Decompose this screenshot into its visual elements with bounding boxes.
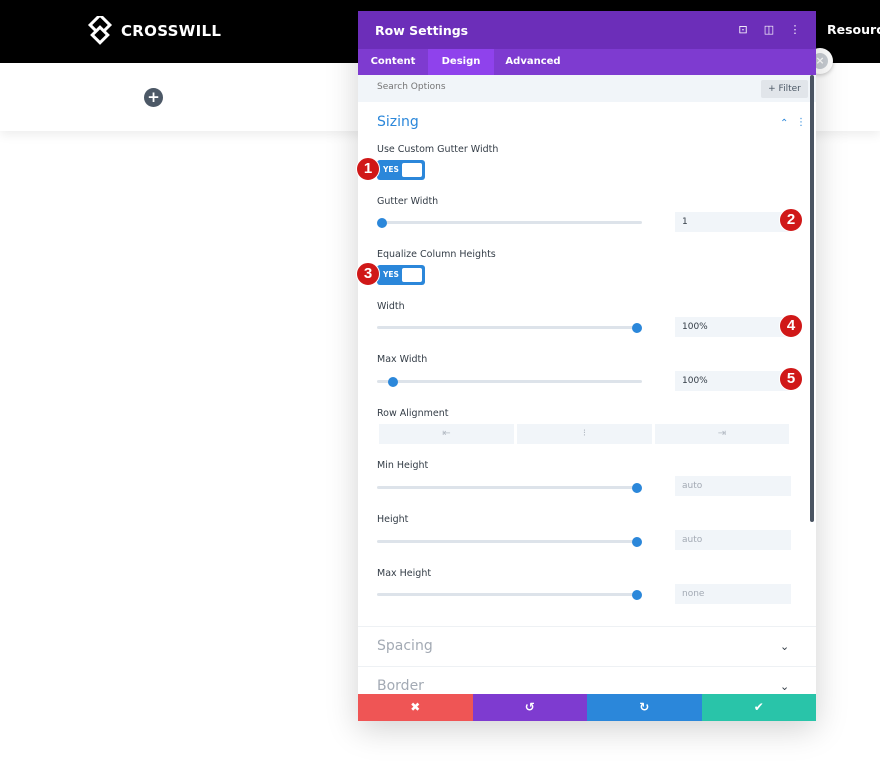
section-more-icon[interactable]: ⋮ [796, 117, 806, 128]
toggle-knob [402, 163, 422, 177]
custom-gutter-toggle[interactable]: YES [377, 160, 425, 180]
height-slider[interactable] [377, 536, 642, 547]
right-align-icon: ⇥ [717, 428, 727, 439]
height-input[interactable]: auto [675, 530, 791, 550]
toggle-knob [402, 268, 422, 282]
callout-badge: 2 [779, 208, 803, 232]
slider-thumb[interactable] [631, 589, 642, 600]
chevron-down-icon[interactable]: ⌄ [780, 640, 789, 653]
align-left-button[interactable]: ⇤ [379, 424, 514, 444]
add-section-button[interactable]: + [144, 88, 163, 107]
width-label: Width [377, 301, 405, 312]
slider-thumb[interactable] [631, 536, 642, 547]
chevron-down-icon[interactable]: ⌄ [780, 680, 789, 693]
min-height-slider[interactable] [377, 482, 642, 493]
min-height-input[interactable]: auto [675, 476, 791, 496]
max-height-slider[interactable] [377, 589, 642, 600]
slider-thumb[interactable] [377, 217, 388, 228]
modal-title: Row Settings [375, 23, 469, 38]
equalize-heights-toggle[interactable]: YES [377, 265, 425, 285]
redo-button[interactable]: ↻ [587, 694, 702, 721]
width-slider[interactable] [377, 322, 642, 333]
slider-thumb[interactable] [631, 322, 642, 333]
custom-gutter-label: Use Custom Gutter Width [377, 144, 499, 155]
tab-design[interactable]: Design [428, 49, 494, 75]
callout-badge: 5 [779, 367, 803, 391]
max-width-input[interactable]: 100% [675, 371, 791, 391]
section-divider [358, 626, 816, 627]
toggle-state: YES [383, 165, 399, 174]
search-options-input[interactable] [377, 82, 677, 92]
redo-icon: ↻ [639, 700, 650, 714]
crosswill-logo-icon [87, 16, 113, 45]
modal-footer: ✖ ↺ ↻ ✔ [358, 694, 816, 721]
tab-advanced[interactable]: Advanced [494, 49, 572, 75]
toggle-state: YES [383, 270, 399, 279]
height-label: Height [377, 514, 409, 525]
modal-scrollbar[interactable] [810, 75, 814, 522]
save-button[interactable]: ✔ [701, 694, 816, 721]
chevron-up-icon[interactable]: ⌃ [780, 118, 788, 129]
site-logo[interactable]: CROSSWILL [85, 16, 221, 46]
center-align-icon: ⁝ [582, 428, 587, 439]
left-align-icon: ⇤ [442, 428, 451, 439]
min-height-label: Min Height [377, 460, 429, 471]
max-height-input[interactable]: none [675, 584, 791, 604]
undo-button[interactable]: ↺ [472, 694, 587, 721]
tab-content[interactable]: Content [358, 49, 428, 75]
brand-name: CROSSWILL [121, 22, 222, 40]
equalize-heights-label: Equalize Column Heights [377, 249, 496, 260]
slider-thumb[interactable] [387, 376, 398, 387]
nav-resources-link[interactable]: Resources [827, 22, 880, 37]
slider-thumb[interactable] [631, 482, 642, 493]
section-title-spacing[interactable]: Spacing [377, 638, 433, 654]
max-width-slider[interactable] [377, 376, 642, 387]
gutter-width-input[interactable]: 1 [675, 212, 791, 232]
layout-icon[interactable]: ◫ [762, 23, 776, 37]
more-icon[interactable]: ⋮ [788, 23, 802, 37]
close-icon: ✖ [410, 700, 421, 714]
callout-badge: 4 [779, 314, 803, 338]
row-alignment-label: Row Alignment [377, 408, 449, 419]
modal-tabs: Content Design Advanced [358, 49, 816, 75]
gutter-width-label: Gutter Width [377, 196, 439, 207]
align-center-button[interactable]: ⁝ [517, 424, 652, 444]
gutter-width-slider[interactable] [377, 217, 642, 228]
check-icon: ✔ [753, 700, 764, 714]
max-height-label: Max Height [377, 568, 432, 579]
callout-badge: 3 [356, 262, 380, 286]
search-bar: + Filter [358, 75, 816, 102]
row-settings-modal: Row Settings ⊡ ◫ ⋮ Content Design Advanc… [358, 11, 816, 721]
section-title-sizing[interactable]: Sizing [377, 114, 419, 130]
align-right-button[interactable]: ⇥ [655, 424, 789, 444]
focus-icon[interactable]: ⊡ [736, 23, 750, 37]
undo-icon: ↺ [524, 700, 535, 714]
cancel-button[interactable]: ✖ [358, 694, 473, 721]
section-divider [358, 666, 816, 667]
modal-header: Row Settings ⊡ ◫ ⋮ [358, 11, 816, 49]
section-title-border[interactable]: Border [377, 678, 424, 694]
filter-button[interactable]: + Filter [761, 80, 808, 98]
max-width-label: Max Width [377, 354, 428, 365]
callout-badge: 1 [356, 157, 380, 181]
width-input[interactable]: 100% [675, 317, 791, 337]
